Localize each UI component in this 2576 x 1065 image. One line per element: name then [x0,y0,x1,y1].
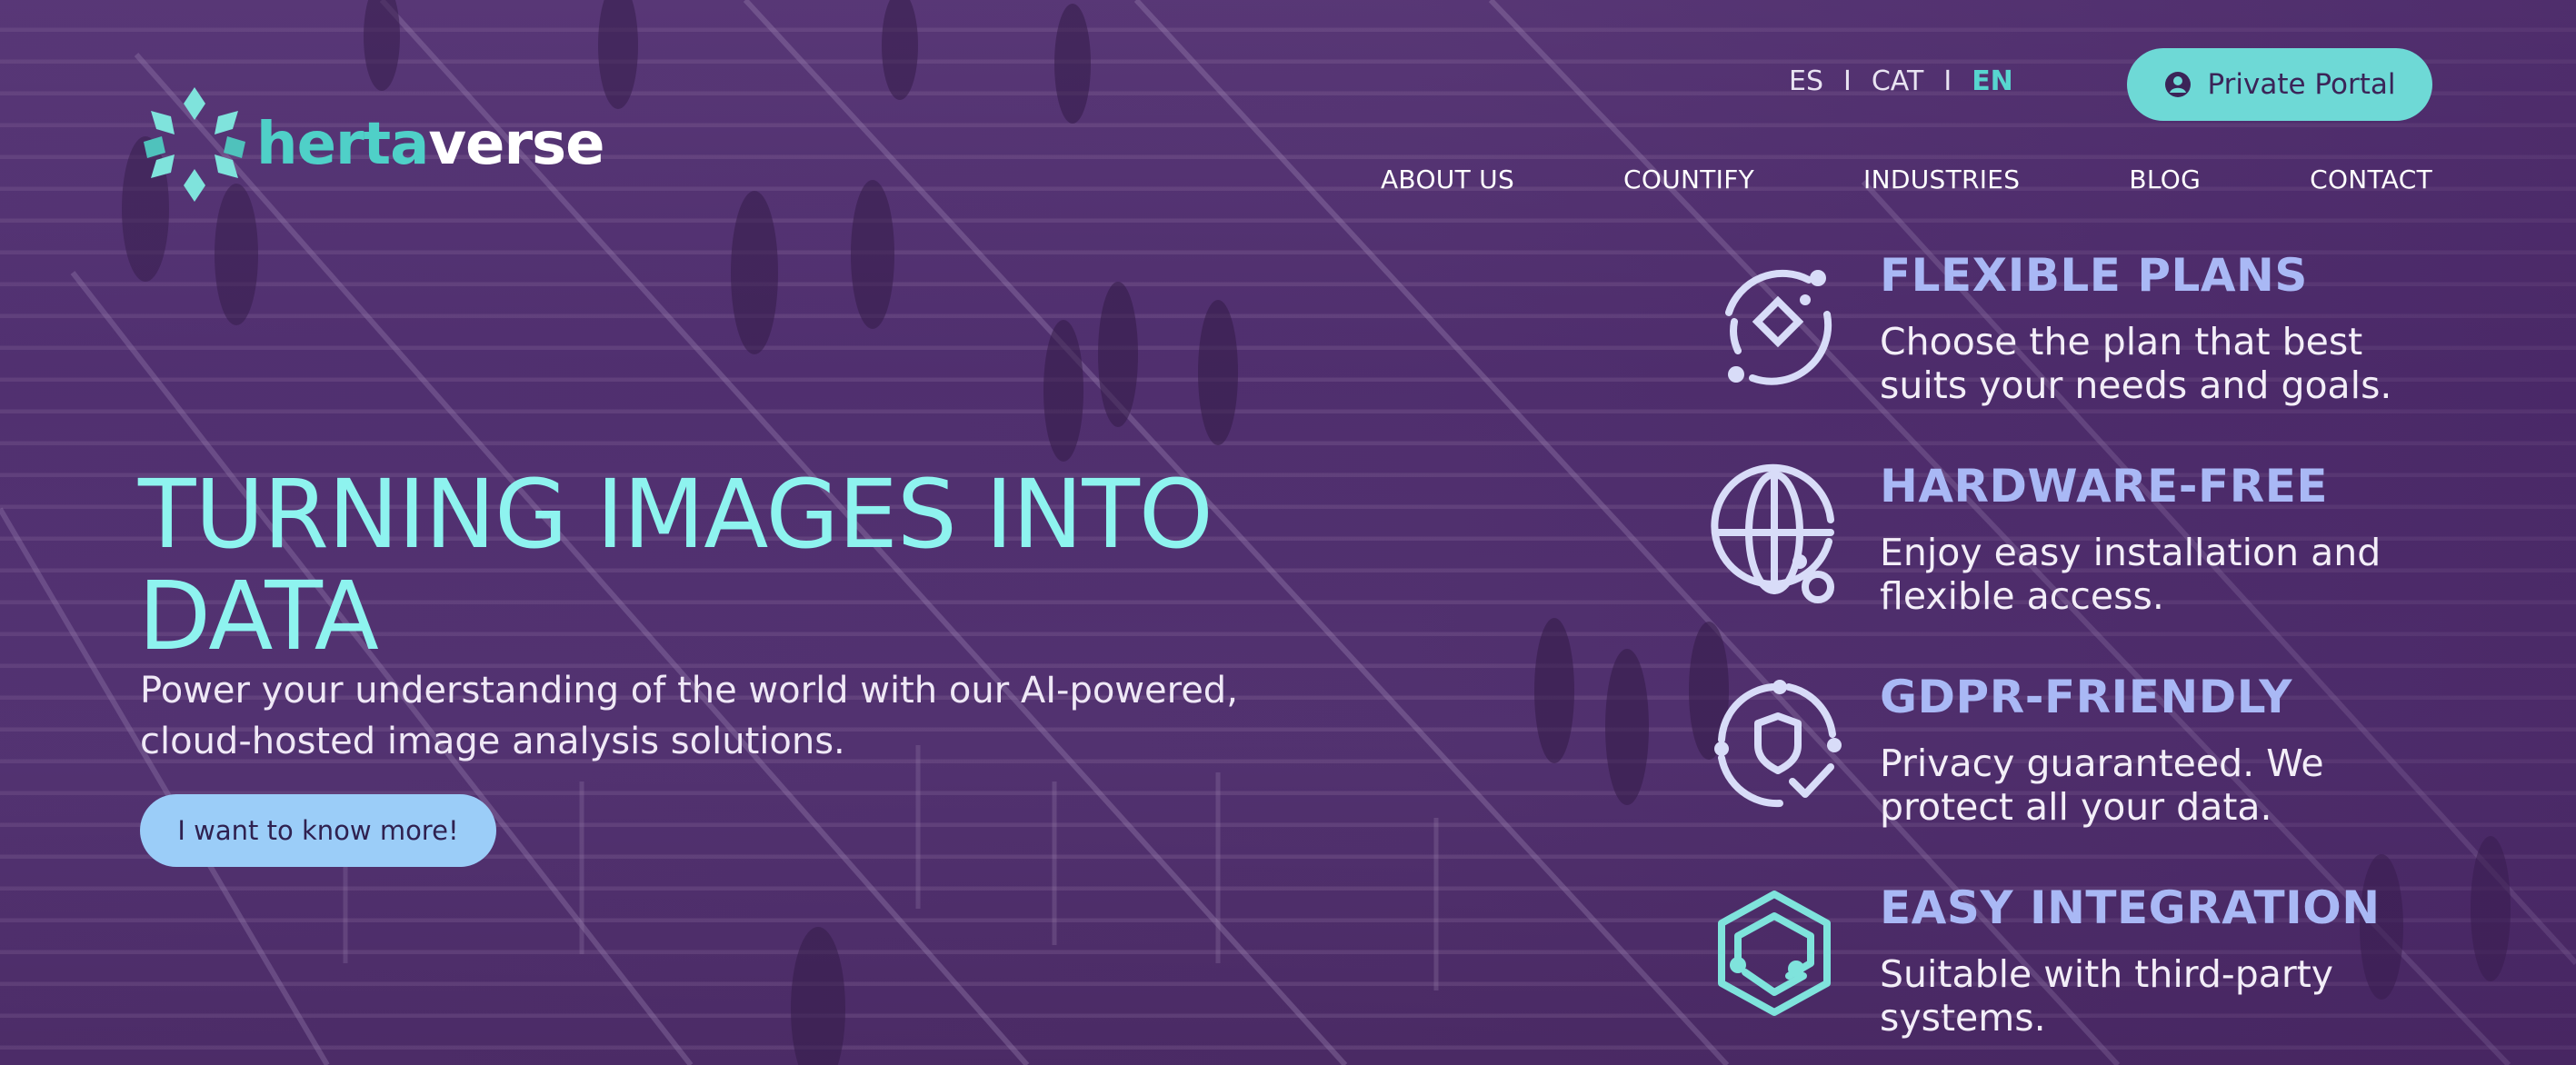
logo-word-herta: herta [256,111,429,178]
know-more-button[interactable]: I want to know more! [140,794,496,867]
logo-star-icon [144,87,245,202]
feature-description: Suitable with third-party systems. [1880,952,2334,1040]
feature-flexible-plans: FLEXIBLE PLANS Choose the plan that best… [1702,249,2447,440]
nav-contact[interactable]: CONTACT [2310,164,2432,194]
nav-countify[interactable]: COUNTIFY [1623,164,1754,194]
feature-title: GDPR-FRIENDLY [1880,671,2292,723]
feature-description: Enjoy easy installation and flexible acc… [1880,531,2381,618]
feature-description: Choose the plan that best suits your nee… [1880,320,2392,407]
feature-gdpr-friendly: GDPR-FRIENDLY Privacy guaranteed. We pro… [1702,671,2447,861]
lang-separator: I [1843,65,1852,97]
feature-hardware-free: HARDWARE-FREE Enjoy easy installation an… [1702,460,2447,651]
lang-cat[interactable]: CAT [1872,65,1923,97]
shield-check-icon [1714,680,1842,808]
feature-easy-integration: EASY INTEGRATION Suitable with third-par… [1702,881,2447,1065]
feature-description: Privacy guaranteed. We protect all your … [1880,742,2324,829]
nav-blog[interactable]: BLOG [2129,164,2201,194]
language-switcher: ES I CAT I EN [1789,65,2013,97]
logo-word-verse: verse [428,111,604,178]
hero-subtitle: Power your understanding of the world wi… [140,670,1238,762]
nav-about-us[interactable]: ABOUT US [1381,164,1514,194]
lang-es[interactable]: ES [1789,65,1823,97]
private-portal-button[interactable]: Private Portal [2127,48,2432,121]
feature-title: EASY INTEGRATION [1880,881,2381,934]
main-nav: ABOUT US COUNTIFY INDUSTRIES BLOG CONTAC… [1381,164,2432,194]
hertaverse-logo[interactable]: hertaverse [144,87,605,202]
hero-title: TURNING IMAGES INTO DATA [138,459,1213,672]
hexagon-integration-icon [1718,891,1831,1016]
logo-wordmark: hertaverse [256,115,605,174]
feature-title: HARDWARE-FREE [1880,460,2329,513]
globe-icon [1711,463,1834,603]
lang-en[interactable]: EN [1972,65,2013,97]
private-portal-label: Private Portal [2207,68,2396,101]
user-circle-icon [2164,72,2191,97]
plans-orbit-icon [1725,269,1832,385]
nav-industries[interactable]: INDUSTRIES [1863,164,2020,194]
lang-separator: I [1943,65,1952,97]
feature-title: FLEXIBLE PLANS [1880,249,2308,302]
